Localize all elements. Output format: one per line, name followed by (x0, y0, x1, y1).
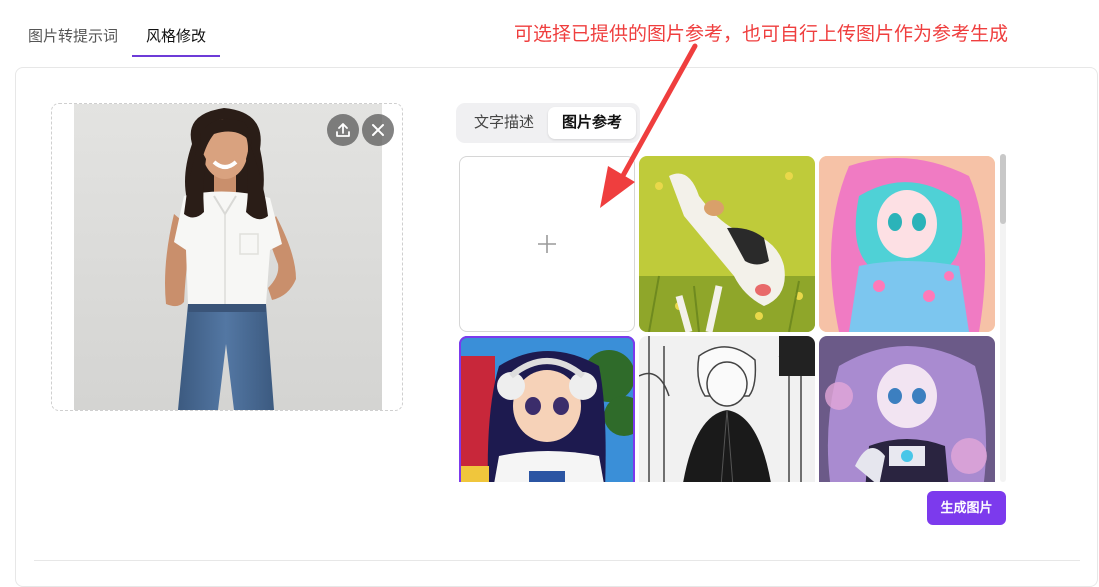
reference-retro-anime-headphones[interactable] (459, 336, 635, 482)
annotation-arrow (600, 43, 698, 208)
remove-image-button[interactable] (362, 114, 394, 146)
retro-anime-headphones-image (459, 336, 635, 482)
upload-icon (336, 123, 350, 137)
reference-manga-sketch-man[interactable] (639, 336, 815, 482)
plus-icon (538, 235, 556, 253)
tab-style-modify[interactable]: 风格修改 (132, 18, 221, 57)
source-photo (74, 104, 382, 410)
tab-image-to-prompt[interactable]: 图片转提示词 (14, 18, 132, 57)
grid-scrollbar[interactable] (1000, 154, 1006, 224)
source-image-dropzone[interactable] (51, 103, 403, 411)
upload-button[interactable] (327, 114, 359, 146)
pixel-art-cyborg-girl-image (819, 336, 995, 482)
reference-pastel-anime-girl[interactable] (819, 156, 995, 332)
manga-sketch-man-image (639, 336, 815, 482)
reference-image-grid (457, 154, 1003, 482)
divider (34, 560, 1080, 561)
generate-image-button[interactable]: 生成图片 (927, 491, 1006, 525)
woman-portrait-image (74, 104, 382, 410)
tab-bar: 图片转提示词 风格修改 (14, 18, 221, 58)
pastel-anime-girl-image (819, 156, 995, 332)
mode-text-description[interactable]: 文字描述 (460, 107, 548, 139)
annotation-text: 可选择已提供的图片参考，也可自行上传图片作为参考生成 (514, 24, 1009, 45)
reference-pixel-art-cyborg-girl[interactable] (819, 336, 995, 482)
close-icon (372, 124, 384, 136)
